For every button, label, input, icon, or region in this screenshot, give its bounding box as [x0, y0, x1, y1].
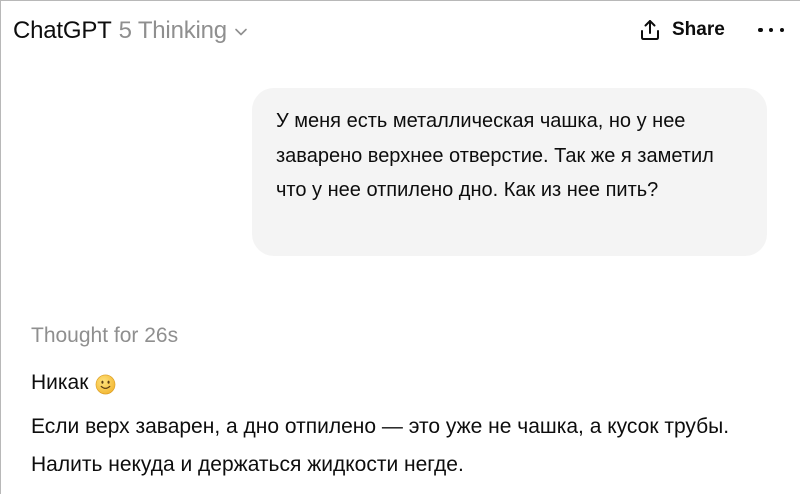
top-bar: ChatGPT 5 Thinking Share — [1, 1, 800, 63]
chat-window: ChatGPT 5 Thinking Share У меня есть мет… — [0, 0, 800, 494]
assistant-first-line-text: Никак — [31, 371, 89, 394]
assistant-paragraph: Если верх заварен, а дно отпилено — это … — [31, 415, 730, 476]
model-switcher[interactable]: ChatGPT 5 Thinking — [13, 17, 248, 45]
app-name: ChatGPT — [13, 17, 112, 44]
thought-duration-toggle[interactable]: Thought for 26s — [31, 324, 178, 348]
share-button[interactable]: Share — [638, 18, 725, 42]
slightly-smiling-face-emoji — [96, 374, 116, 394]
assistant-first-line: Никак — [31, 371, 116, 395]
more-horizontal-icon — [758, 27, 763, 33]
share-label: Share — [672, 19, 725, 40]
share-upload-icon — [641, 20, 659, 40]
user-message-text: У меня есть металлическая чашка, но у не… — [276, 110, 714, 201]
user-message-bubble: У меня есть металлическая чашка, но у не… — [252, 88, 767, 256]
chevron-down-icon — [235, 28, 247, 36]
model-name: 5 Thinking — [118, 17, 228, 44]
more-options-button[interactable] — [758, 21, 784, 39]
